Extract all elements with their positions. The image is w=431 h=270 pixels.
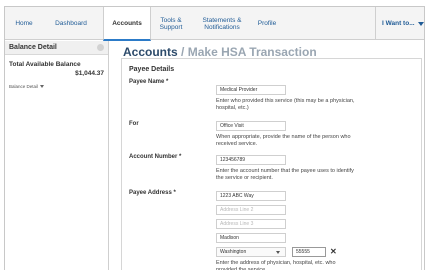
payee-address-help: Enter the address of physician, hospital… bbox=[216, 260, 336, 270]
state-select-value: Washington bbox=[220, 249, 247, 255]
account-number-label: Account Number * bbox=[129, 154, 182, 160]
nav-statements-notifications[interactable]: Statements & Notifications bbox=[195, 7, 249, 40]
account-number-help: Enter the account number that the payee … bbox=[216, 168, 354, 181]
payee-name-input[interactable]: Medical Provider bbox=[216, 85, 286, 95]
clear-icon[interactable]: ✕ bbox=[330, 247, 337, 257]
main-content: Accounts / Make HSA Transaction Payee De… bbox=[115, 41, 424, 270]
address-line3-input[interactable]: Address Line 3 bbox=[216, 219, 286, 229]
caret-down-icon bbox=[276, 251, 280, 254]
nav-dashboard[interactable]: Dashboard bbox=[43, 7, 99, 40]
total-balance-amount: $1,044.37 bbox=[75, 70, 104, 77]
total-balance-label: Total Available Balance bbox=[9, 61, 81, 68]
nav-accounts[interactable]: Accounts bbox=[103, 7, 151, 41]
state-select[interactable]: Washington bbox=[216, 247, 286, 257]
balance-detail-toggle[interactable]: Balance Detail bbox=[9, 84, 45, 89]
page-title-sub: Make HSA Transaction bbox=[187, 45, 317, 59]
payee-address-label: Payee Address * bbox=[129, 190, 176, 196]
page-title: Accounts / Make HSA Transaction bbox=[123, 45, 317, 59]
zip-input[interactable]: 55555 bbox=[292, 247, 326, 257]
caret-down-icon bbox=[417, 21, 424, 26]
nav-profile[interactable]: Profile bbox=[251, 7, 283, 40]
i-want-to-label: I Want to... bbox=[382, 20, 415, 27]
account-number-input[interactable]: 123456789 bbox=[216, 155, 286, 165]
section-title: Payee Details bbox=[129, 66, 175, 73]
payee-form-card: Payee Details Payee Name * Medical Provi… bbox=[121, 58, 422, 270]
app-window: Home Dashboard Accounts Tools & Support … bbox=[4, 6, 425, 270]
for-help: When appropriate, provide the name of th… bbox=[216, 134, 351, 147]
caret-down-icon bbox=[40, 85, 45, 88]
page-title-main: Accounts bbox=[123, 45, 178, 59]
balance-detail-label: Balance Detail bbox=[9, 84, 39, 89]
sidebar-title: Balance Detail bbox=[9, 44, 57, 51]
page-title-separator: / bbox=[181, 45, 185, 59]
payee-name-help: Enter who provided this service (this ma… bbox=[216, 98, 355, 111]
for-input[interactable]: Office Visit bbox=[216, 121, 286, 131]
nav-tools-support[interactable]: Tools & Support bbox=[151, 7, 191, 40]
sidebar: Balance Detail Total Available Balance $… bbox=[5, 41, 109, 270]
address-line1-input[interactable]: 1223 ABC Way bbox=[216, 191, 286, 201]
payee-name-label: Payee Name * bbox=[129, 79, 169, 85]
nav-home[interactable]: Home bbox=[9, 7, 39, 40]
top-nav: Home Dashboard Accounts Tools & Support … bbox=[5, 7, 424, 41]
i-want-to-menu[interactable]: I Want to... bbox=[375, 7, 424, 40]
city-input[interactable]: Madison bbox=[216, 233, 286, 243]
for-label: For bbox=[129, 121, 139, 127]
collapse-icon[interactable] bbox=[97, 44, 104, 51]
sidebar-header: Balance Detail bbox=[5, 41, 108, 55]
address-line2-input[interactable]: Address Line 2 bbox=[216, 205, 286, 215]
